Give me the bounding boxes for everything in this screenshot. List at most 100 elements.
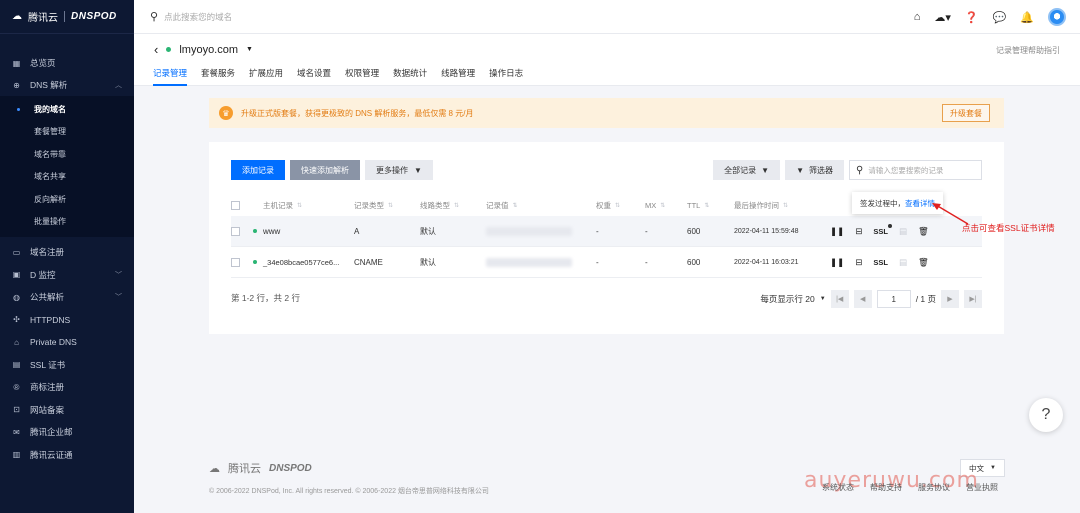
sidebar-item-id[interactable]: ▥ 腾讯云证通	[0, 444, 134, 467]
pause-icon[interactable]: ❚❚	[830, 226, 844, 237]
footer-link-support[interactable]: 帮助支持	[870, 482, 902, 493]
sidebar-sub-domain-share[interactable]: 域名共享	[0, 166, 134, 189]
col-type[interactable]: 记录类型 ⇅	[354, 200, 420, 211]
monitor-icon[interactable]: ⊟	[855, 226, 862, 237]
quick-add-button[interactable]: 快速添加解析	[290, 160, 360, 180]
sidebar-sub-packages[interactable]: 套餐管理	[0, 121, 134, 144]
prev-page-button[interactable]: ◀	[853, 290, 872, 308]
more-actions-button[interactable]: 更多操作 ▼	[365, 160, 433, 180]
tab-logs[interactable]: 操作日志	[489, 67, 523, 86]
per-page-select[interactable]: 每页显示行 20	[760, 293, 814, 305]
sidebar-item-private-dns[interactable]: ⌂ Private DNS	[0, 331, 134, 354]
last-page-button[interactable]: ▶|	[964, 290, 982, 308]
sidebar-item-icp[interactable]: ⊡ 网站备案	[0, 399, 134, 422]
sidebar-item-public-dns[interactable]: ◍ 公共解析 ﹀	[0, 286, 134, 309]
all-records-select[interactable]: 全部记录 ▼	[713, 160, 781, 180]
banner-text: 升级正式版套餐，获得更极致的 DNS 解析服务，最低仅需 8 元/月	[241, 108, 474, 118]
ssl-button[interactable]: SSL	[873, 258, 888, 267]
cloud-dropdown-icon[interactable]: ☁▾	[934, 11, 951, 24]
caret-down-icon: ▼	[414, 165, 422, 175]
page-input[interactable]: 1	[876, 290, 911, 308]
help-float-button[interactable]: ?	[1029, 398, 1063, 432]
select-all-checkbox[interactable]	[231, 200, 240, 210]
trash-icon[interactable]: 🗑	[918, 226, 929, 237]
caret-down-icon[interactable]: ▼	[246, 46, 253, 53]
cell-host[interactable]: _34e08bcae0577ce6...	[263, 258, 354, 267]
tab-extensions[interactable]: 扩展应用	[249, 67, 283, 86]
sidebar-sub-batch[interactable]: 批量操作	[0, 211, 134, 234]
tab-permissions[interactable]: 权限管理	[345, 67, 379, 86]
footer-links: 系统状态 帮助支持 服务协议 营业执照	[822, 482, 998, 493]
pause-icon[interactable]: ❚❚	[830, 257, 844, 268]
note-icon[interactable]: ▤	[899, 257, 907, 268]
logo-product: DNSPOD	[71, 11, 117, 22]
next-page-button[interactable]: ▶	[941, 290, 959, 308]
filter-button[interactable]: ▼ 筛选器	[785, 160, 844, 180]
row-checkbox[interactable]	[231, 257, 240, 267]
help-icon[interactable]: ❓	[965, 11, 979, 24]
row-checkbox[interactable]	[231, 226, 240, 236]
sidebar-sub-reverse[interactable]: 反向解析	[0, 188, 134, 211]
ssl-button[interactable]: SSL	[873, 223, 892, 236]
sidebar-sub-my-domains[interactable]: 我的域名	[0, 98, 134, 121]
cell-host[interactable]: www	[263, 227, 354, 236]
table-row[interactable]: www A 默认 - - 600 2022-04-11 15:59:48 ❚❚ …	[231, 216, 982, 247]
col-weight[interactable]: 权重 ⇅	[596, 200, 645, 211]
back-arrow-icon[interactable]: ‹	[154, 42, 158, 57]
add-record-button[interactable]: 添加记录	[231, 160, 285, 180]
col-time[interactable]: 最后操作时间 ⇅	[734, 200, 844, 211]
col-value[interactable]: 记录值 ⇅	[486, 200, 596, 211]
caret-down-icon: ▼	[990, 465, 996, 471]
col-line[interactable]: 线路类型 ⇅	[420, 200, 486, 211]
tab-domain-settings[interactable]: 域名设置	[297, 67, 331, 86]
sidebar-item-trademark[interactable]: ® 商标注册	[0, 376, 134, 399]
cloud-icon: ☁	[12, 11, 22, 22]
footer-link-status[interactable]: 系统状态	[822, 482, 854, 493]
monitor-icon[interactable]: ⊟	[855, 257, 862, 268]
domain-search[interactable]: ⚲ 点此搜索您的域名	[134, 10, 232, 23]
col-host[interactable]: 主机记录 ⇅	[263, 200, 354, 211]
filter-label: 筛选器	[809, 165, 833, 175]
sidebar-item-domain-register[interactable]: ▭ 域名注册	[0, 241, 134, 264]
col-label: TTL	[687, 200, 701, 210]
sort-icon: ⇅	[783, 202, 789, 209]
sidebar-item-ssl[interactable]: ▤ SSL 证书	[0, 354, 134, 377]
caret-down-icon[interactable]: ▼	[820, 296, 826, 302]
upgrade-button[interactable]: 升级套餐	[942, 104, 990, 122]
avatar[interactable]	[1048, 8, 1066, 26]
row-summary: 第 1-2 行，共 2 行	[231, 293, 300, 303]
tab-statistics[interactable]: 数据统计	[393, 67, 427, 86]
col-mx[interactable]: MX ⇅	[645, 201, 687, 210]
footer-link-license[interactable]: 营业执照	[966, 482, 998, 493]
sidebar-item-label: 公共解析	[30, 292, 65, 303]
cell-line: 默认	[420, 226, 436, 236]
domain-name[interactable]: lmyoyo.com	[179, 44, 238, 56]
trash-icon[interactable]: 🗑	[918, 257, 929, 268]
ssl-label: SSL	[873, 226, 888, 236]
help-guide-link[interactable]: 记录管理帮助指引	[996, 45, 1060, 56]
sidebar-sub-domain-bind[interactable]: 域名带靠	[0, 143, 134, 166]
sidebar-item-mail[interactable]: ✉ 腾讯企业邮	[0, 421, 134, 444]
tab-records[interactable]: 记录管理	[153, 67, 188, 86]
cell-weight: -	[596, 257, 599, 267]
table-row[interactable]: _34e08bcae0577ce6... CNAME 默认 - - 600 20…	[231, 247, 982, 278]
chat-icon[interactable]: 💬	[993, 11, 1007, 24]
sidebar-item-monitor[interactable]: ▣ D 监控 ﹀	[0, 264, 134, 287]
home-icon[interactable]: ⌂	[914, 11, 921, 23]
mail-icon: ✉	[13, 427, 20, 437]
search-input[interactable]: 点此搜索您的域名	[164, 11, 232, 23]
record-search-input[interactable]: ⚲ 请输入您要搜索的记录	[849, 160, 982, 180]
tab-lines[interactable]: 线路管理	[441, 67, 475, 86]
sidebar-item-httpdns[interactable]: ✣ HTTPDNS	[0, 309, 134, 332]
bell-icon[interactable]: 🔔	[1020, 11, 1034, 24]
footer-link-terms[interactable]: 服务协议	[918, 482, 950, 493]
ssl-status-badge	[887, 223, 892, 228]
tab-packages[interactable]: 套餐服务	[201, 67, 235, 86]
logo[interactable]: ☁ 腾讯云 DNSPOD	[0, 0, 134, 34]
caret-down-icon: ▼	[761, 165, 770, 175]
sidebar-item-dns[interactable]: ⊕ DNS 解析 ︿	[0, 74, 134, 96]
sidebar-item-overview[interactable]: ▦ 总览页	[0, 52, 134, 74]
col-ttl[interactable]: TTL ⇅	[687, 201, 734, 210]
note-icon[interactable]: ▤	[899, 226, 907, 237]
first-page-button[interactable]: |◀	[830, 290, 849, 308]
